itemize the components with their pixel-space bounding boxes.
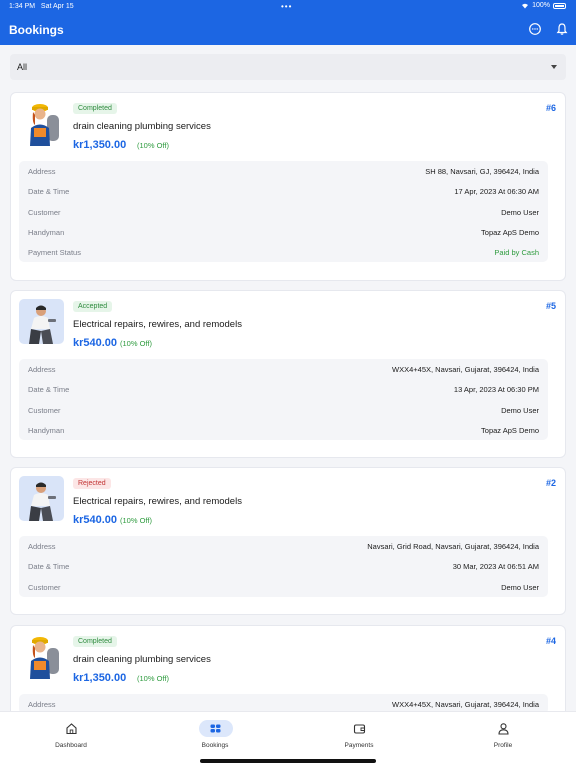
app-bar: Bookings	[0, 14, 576, 45]
nav-item-dashboard[interactable]: Dashboard	[31, 720, 111, 760]
detail-row-address: Address SH 88, Navsari, GJ, 396424, India	[28, 167, 539, 176]
booking-id: #5	[545, 301, 556, 311]
booking-details: Address Navsari, Grid Road, Navsari, Guja…	[19, 536, 548, 597]
chevron-down-icon	[551, 65, 557, 69]
status-badge: Completed	[73, 636, 117, 647]
discount: (10% Off)	[137, 674, 169, 683]
detail-row-address: Address WXX4+45X, Navsari, Gujarat, 39642…	[28, 365, 539, 374]
service-image	[19, 101, 64, 146]
profile-icon	[498, 723, 509, 735]
home-indicator[interactable]	[200, 759, 376, 763]
page-title: Bookings	[9, 23, 64, 37]
price: kr1,350.00	[73, 672, 127, 684]
home-icon	[66, 723, 77, 735]
multitask-dots-icon[interactable]: •••	[281, 2, 292, 11]
price: kr540.00	[73, 514, 118, 526]
nav-item-bookings[interactable]: Bookings	[175, 720, 255, 760]
detail-row-payment-status: Payment Status Paid by Cash	[28, 248, 539, 258]
wifi-icon	[522, 3, 529, 9]
status-bar: 1:34 PM Sat Apr 15 ••• 100%	[0, 0, 576, 14]
chat-icon[interactable]	[528, 22, 542, 36]
nav-label: Profile	[493, 742, 513, 749]
service-name: drain cleaning plumbing services	[73, 654, 211, 665]
status-badge: Completed	[73, 103, 117, 114]
detail-row-date-time: Date & Time 13 Apr, 2023 At 06:30 PM	[28, 385, 539, 395]
detail-row-date-time: Date & Time 30 Mar, 2023 At 06:51 AM	[28, 562, 539, 572]
booking-id: #4	[545, 636, 556, 646]
discount: (10% Off)	[120, 516, 152, 525]
detail-row-customer: Customer Demo User	[28, 405, 539, 415]
detail-row-handyman: Handyman Topaz ApS Demo	[28, 227, 539, 237]
battery-icon	[553, 2, 566, 9]
battery-percent: 100%	[532, 2, 550, 9]
booking-card[interactable]: Accepted #5 Electrical repairs, rewires,…	[10, 290, 566, 458]
service-name: Electrical repairs, rewires, and remodel…	[73, 496, 242, 507]
discount: (10% Off)	[137, 141, 169, 150]
detail-row-customer: Customer Demo User	[28, 207, 539, 217]
booking-id: #2	[545, 478, 556, 488]
service-image	[19, 634, 64, 679]
detail-row-handyman: Handyman Topaz ApS Demo	[28, 425, 539, 435]
detail-row-date-time: Date & Time 17 Apr, 2023 At 06:30 AM	[28, 187, 539, 197]
nav-item-payments[interactable]: Payments	[319, 720, 399, 760]
booking-card[interactable]: Completed #6 drain cleaning plumbing ser…	[10, 92, 566, 281]
service-image	[19, 299, 64, 344]
status-badge: Rejected	[73, 478, 111, 489]
price: kr540.00	[73, 337, 118, 349]
status-right: 100%	[521, 2, 566, 9]
status-time: 1:34 PM Sat Apr 15	[9, 3, 74, 10]
service-name: Electrical repairs, rewires, and remodel…	[73, 319, 242, 330]
booking-card[interactable]: Rejected #2 Electrical repairs, rewires,…	[10, 467, 566, 615]
service-image	[19, 476, 64, 521]
nav-item-profile[interactable]: Profile	[463, 720, 543, 760]
price: kr1,350.00	[73, 139, 127, 151]
bookings-icon	[210, 724, 221, 733]
nav-label: Bookings	[201, 742, 229, 749]
booking-details: Address WXX4+45X, Navsari, Gujarat, 39642…	[19, 359, 548, 441]
nav-label: Dashboard	[55, 742, 87, 749]
wallet-icon	[353, 724, 366, 734]
detail-row-customer: Customer Demo User	[28, 582, 539, 592]
filter-value: All	[17, 62, 28, 72]
notification-bell-icon[interactable]	[555, 22, 569, 36]
detail-row-address: Address Navsari, Grid Road, Navsari, Guja…	[28, 542, 539, 551]
discount: (10% Off)	[120, 339, 152, 348]
booking-id: #6	[545, 103, 556, 113]
status-badge: Accepted	[73, 301, 113, 312]
nav-label: Payments	[344, 742, 374, 749]
status-filter-dropdown[interactable]: All	[10, 54, 566, 80]
booking-details: Address SH 88, Navsari, GJ, 396424, India…	[19, 161, 548, 263]
service-name: drain cleaning plumbing services	[73, 121, 211, 132]
